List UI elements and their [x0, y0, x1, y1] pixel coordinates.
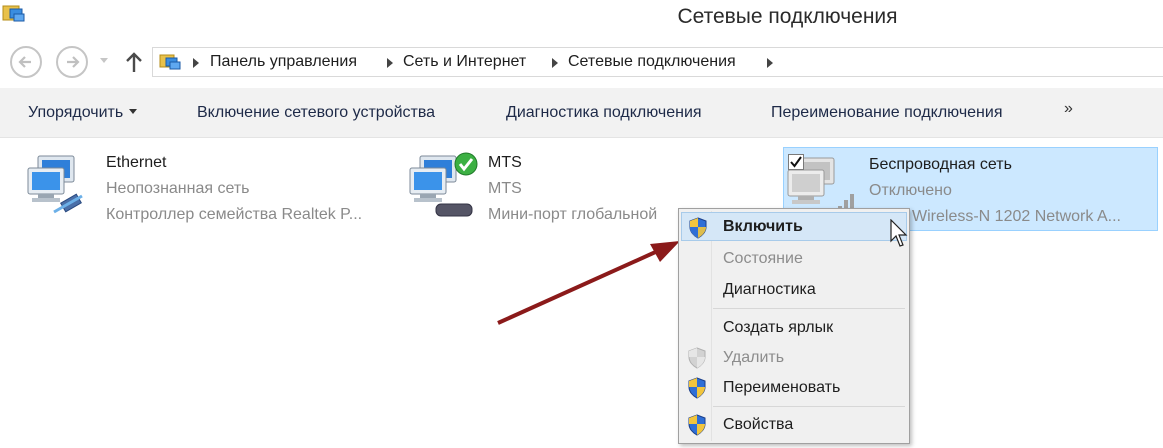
diagnose-connection-button[interactable]: Диагностика подключения [506, 104, 702, 122]
organize-button[interactable]: Упорядочить [28, 104, 138, 122]
control-panel-network-icon [159, 54, 181, 70]
title-bar: Сетевые подключения [0, 0, 1163, 36]
menu-item-label: Диагностика [723, 281, 816, 298]
forward-arrow-icon [67, 56, 80, 68]
mouse-pointer-icon [890, 219, 908, 247]
context-menu: Включить Состояние Диагностика Создать я… [678, 208, 910, 444]
menu-item-label: Свойства [723, 416, 794, 433]
connection-device: Wireless-N 1202 Network A... [912, 208, 1121, 225]
menu-item-diagnostics[interactable]: Диагностика [681, 275, 907, 304]
menu-item-properties[interactable]: Свойства [681, 410, 907, 439]
connection-status: Отключено [869, 182, 952, 199]
menu-item-delete[interactable]: Удалить [681, 343, 907, 372]
address-bar[interactable]: Панель управления Сеть и Интернет Сетевы… [152, 47, 1163, 77]
connection-name: Ethernet [106, 154, 167, 171]
menu-item-status[interactable]: Состояние [681, 244, 907, 273]
uac-shield-icon [688, 414, 706, 436]
enable-device-button[interactable]: Включение сетевого устройства [197, 104, 435, 122]
breadcrumb-separator-icon[interactable] [193, 58, 199, 68]
menu-item-label: Переименовать [723, 379, 841, 396]
selection-checkbox[interactable] [788, 154, 804, 170]
menu-item-label: Включить [723, 218, 803, 235]
window-title: Сетевые подключения [677, 5, 898, 28]
mts-modem-connected-icon [409, 152, 478, 217]
breadcrumb-control-panel[interactable]: Панель управления [210, 53, 357, 71]
menu-separator [713, 406, 905, 407]
connection-device: Контроллер семейства Realtek P... [106, 206, 363, 223]
rename-connection-button[interactable]: Переименование подключения [771, 104, 1002, 122]
uac-shield-icon [688, 377, 706, 399]
breadcrumb-separator-icon[interactable] [767, 58, 773, 68]
command-bar: Упорядочить Включение сетевого устройств… [0, 88, 1163, 138]
menu-item-label: Удалить [723, 349, 785, 366]
breadcrumb-network-internet[interactable]: Сеть и Интернет [403, 53, 526, 71]
back-button[interactable] [10, 46, 42, 78]
more-commands-button[interactable]: » [1064, 100, 1073, 118]
checkmark-icon [790, 156, 802, 168]
menu-separator [713, 308, 905, 309]
connection-name: Беспроводная сеть [869, 156, 1012, 173]
menu-item-label: Состояние [723, 250, 803, 267]
ethernet-adapter-icon [27, 155, 83, 214]
menu-item-enable[interactable]: Включить [681, 212, 907, 241]
menu-item-create-shortcut[interactable]: Создать ярлык [681, 313, 907, 342]
connection-status: Неопознанная сеть [106, 180, 250, 197]
connection-device: Мини-порт глобальной [488, 206, 658, 223]
breadcrumb-separator-icon[interactable] [552, 58, 558, 68]
connection-name: MTS [488, 154, 522, 171]
connection-tile-ethernet[interactable]: Ethernet Неопознанная сеть Контроллер се… [24, 146, 384, 230]
uac-shield-icon [689, 217, 707, 239]
up-arrow-icon[interactable] [123, 50, 145, 74]
menu-item-rename[interactable]: Переименовать [681, 373, 907, 402]
recent-locations-chevron-down-icon[interactable] [100, 58, 108, 63]
connection-status: MTS [488, 180, 522, 197]
address-row: Панель управления Сеть и Интернет Сетевы… [0, 36, 1163, 88]
forward-button[interactable] [56, 46, 88, 78]
organize-label: Упорядочить [28, 104, 124, 121]
chevron-down-icon [129, 108, 138, 114]
breadcrumb-network-connections[interactable]: Сетевые подключения [568, 53, 736, 71]
connection-tile-mts[interactable]: MTS MTS Мини-порт глобальной [406, 146, 681, 230]
menu-item-label: Создать ярлык [723, 319, 834, 336]
uac-shield-disabled-icon [688, 347, 706, 369]
back-arrow-icon [18, 56, 31, 68]
breadcrumb-separator-icon[interactable] [387, 58, 393, 68]
